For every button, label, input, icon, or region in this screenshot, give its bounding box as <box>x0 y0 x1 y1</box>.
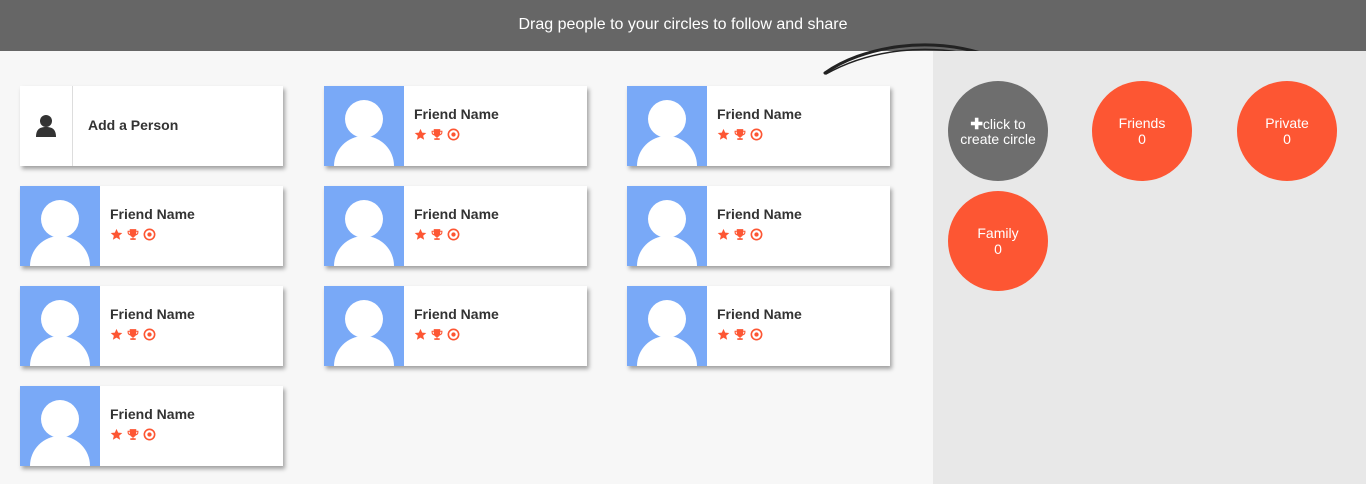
person-name: Friend Name <box>717 206 802 222</box>
star-icon <box>717 128 730 141</box>
target-icon <box>447 328 460 341</box>
circle-name: Private <box>1265 115 1309 131</box>
target-icon <box>143 228 156 241</box>
circle-friends[interactable]: Friends 0 <box>1092 81 1192 181</box>
target-icon <box>447 228 460 241</box>
circles-panel: ✚click to create circle Friends 0 Privat… <box>933 51 1366 484</box>
avatar <box>324 186 404 266</box>
person-card[interactable]: Friend Name <box>627 86 890 166</box>
person-name: Friend Name <box>110 306 195 322</box>
avatar <box>324 86 404 166</box>
circle-private[interactable]: Private 0 <box>1237 81 1337 181</box>
target-icon <box>750 228 763 241</box>
circle-family[interactable]: Family 0 <box>948 191 1048 291</box>
circle-count: 0 <box>994 241 1002 257</box>
circle-name: Friends <box>1118 115 1166 131</box>
trophy-icon <box>430 328 444 341</box>
target-icon <box>447 128 460 141</box>
person-card[interactable]: Friend Name <box>324 86 587 166</box>
person-icon <box>36 115 56 137</box>
target-icon <box>143 428 156 441</box>
person-badges <box>717 327 763 341</box>
person-name: Friend Name <box>110 206 195 222</box>
trophy-icon <box>126 428 140 441</box>
create-circle-line1: click to <box>982 115 1026 132</box>
person-badges <box>110 427 156 441</box>
person-card[interactable]: Friend Name <box>20 186 283 266</box>
avatar <box>627 286 707 366</box>
person-card[interactable]: Friend Name <box>324 186 587 266</box>
person-badges <box>110 327 156 341</box>
person-name: Friend Name <box>110 406 195 422</box>
trophy-icon <box>733 328 747 341</box>
plus-icon: ✚ <box>970 115 983 133</box>
person-badges <box>717 127 763 141</box>
person-badges <box>717 227 763 241</box>
avatar <box>20 386 100 466</box>
person-name: Friend Name <box>414 106 499 122</box>
circle-count: 0 <box>1138 131 1146 147</box>
add-person-icon-box <box>20 86 73 166</box>
person-card[interactable]: Friend Name <box>627 186 890 266</box>
star-icon <box>414 228 427 241</box>
trophy-icon <box>126 228 140 241</box>
create-circle-button[interactable]: ✚click to create circle <box>948 81 1048 181</box>
person-badges <box>414 127 460 141</box>
trophy-icon <box>126 328 140 341</box>
avatar <box>627 186 707 266</box>
target-icon <box>143 328 156 341</box>
person-card[interactable]: Friend Name <box>20 286 283 366</box>
trophy-icon <box>733 128 747 141</box>
star-icon <box>110 328 123 341</box>
star-icon <box>414 328 427 341</box>
person-name: Friend Name <box>717 306 802 322</box>
star-icon <box>110 228 123 241</box>
person-name: Friend Name <box>414 306 499 322</box>
star-icon <box>717 328 730 341</box>
target-icon <box>750 328 763 341</box>
person-name: Friend Name <box>717 106 802 122</box>
trophy-icon <box>733 228 747 241</box>
instruction-text: Drag people to your circles to follow an… <box>518 15 848 33</box>
avatar <box>20 186 100 266</box>
target-icon <box>750 128 763 141</box>
person-card[interactable]: Friend Name <box>627 286 890 366</box>
avatar <box>627 86 707 166</box>
add-person-button[interactable]: Add a Person <box>20 86 283 166</box>
person-badges <box>414 327 460 341</box>
avatar <box>324 286 404 366</box>
create-circle-line2: create circle <box>960 130 1036 147</box>
person-name: Friend Name <box>414 206 499 222</box>
person-badges <box>110 227 156 241</box>
person-badges <box>414 227 460 241</box>
star-icon <box>414 128 427 141</box>
circle-count: 0 <box>1283 131 1291 147</box>
trophy-icon <box>430 128 444 141</box>
top-instruction-bar: Drag people to your circles to follow an… <box>0 0 1366 51</box>
add-person-label: Add a Person <box>88 117 179 133</box>
star-icon <box>717 228 730 241</box>
people-panel: Add a Person Friend Name Friend Name Fri… <box>0 51 933 484</box>
star-icon <box>110 428 123 441</box>
circle-name: Family <box>977 225 1019 241</box>
person-card[interactable]: Friend Name <box>324 286 587 366</box>
trophy-icon <box>430 228 444 241</box>
person-card[interactable]: Friend Name <box>20 386 283 466</box>
avatar <box>20 286 100 366</box>
